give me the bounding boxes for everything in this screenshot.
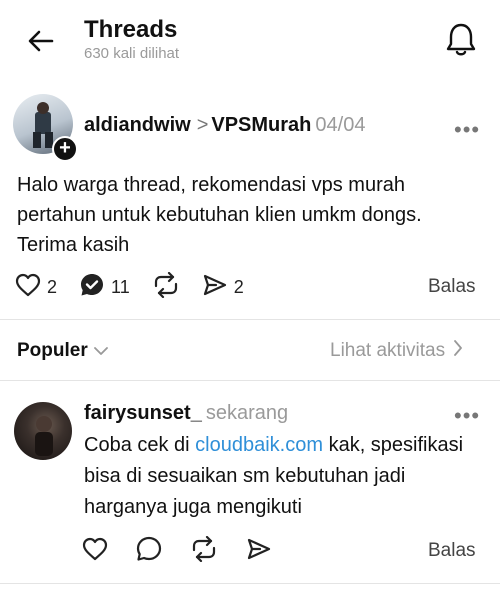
- reply-more-options-icon[interactable]: •••: [454, 403, 480, 429]
- reply-text-start: Coba cek di: [84, 434, 196, 456]
- view-activity-label: Lihat aktivitas: [330, 340, 446, 361]
- reply-author-line: fairysunset_ sekarang: [84, 402, 288, 425]
- share-button[interactable]: 2: [202, 273, 244, 302]
- chevron-right-icon: [453, 340, 463, 362]
- like-count: 2: [47, 276, 58, 297]
- comment-count: 11: [111, 276, 130, 297]
- view-count: 630 kali dilihat: [84, 45, 180, 62]
- reply-to-comment-button[interactable]: Balas: [428, 540, 476, 562]
- post-action-row: 2 11 2: [15, 271, 266, 303]
- heart-icon: [15, 273, 41, 302]
- reply-repost-button[interactable]: [190, 535, 218, 567]
- reply-like-button[interactable]: [82, 537, 108, 566]
- view-activity-link[interactable]: Lihat aktivitas: [330, 340, 463, 362]
- back-arrow-icon[interactable]: [26, 26, 56, 56]
- repost-icon: [190, 535, 218, 567]
- divider: [0, 583, 500, 584]
- page-title: Threads: [84, 16, 178, 43]
- reply-button[interactable]: Balas: [428, 276, 476, 298]
- reply-to-name[interactable]: VPSMurah: [211, 114, 311, 136]
- comment-button[interactable]: 11: [79, 272, 130, 303]
- bell-icon[interactable]: [445, 22, 477, 58]
- like-button[interactable]: 2: [15, 273, 57, 302]
- divider: [0, 319, 500, 320]
- reply-timestamp: sekarang: [205, 402, 289, 424]
- heart-icon: [82, 537, 108, 566]
- post-more-options-icon[interactable]: •••: [454, 117, 480, 143]
- send-icon: [246, 537, 272, 566]
- post-text: Halo warga thread, rekomendasi vps murah…: [17, 174, 422, 256]
- send-icon: [202, 273, 228, 302]
- reply-author-name[interactable]: fairysunset_: [84, 402, 202, 424]
- post-author-name[interactable]: aldiandwiw: [84, 114, 191, 136]
- reply-link[interactable]: cloudbaik.com: [195, 434, 323, 456]
- comment-check-icon: [79, 272, 105, 303]
- reply-author-avatar[interactable]: [14, 402, 72, 460]
- chevron-down-icon: [93, 340, 108, 362]
- repost-icon: [152, 271, 180, 303]
- share-count: 2: [233, 276, 244, 297]
- reply-share-button[interactable]: [246, 537, 272, 566]
- divider: [0, 380, 500, 381]
- post-author-line: aldiandwiw > VPSMurah 04/04: [84, 114, 365, 137]
- follow-plus-button[interactable]: +: [52, 136, 78, 162]
- repost-button[interactable]: [152, 271, 180, 303]
- reply-separator: >: [196, 114, 209, 136]
- reply-comment-button[interactable]: [136, 536, 162, 567]
- comment-icon: [136, 536, 162, 567]
- sort-label: Populer: [17, 340, 88, 361]
- thread-position: 04/04: [315, 114, 366, 136]
- sort-dropdown[interactable]: Populer: [17, 340, 108, 362]
- reply-action-row: [82, 535, 300, 567]
- reply-text: Coba cek di cloudbaik.com kak, spesifika…: [84, 430, 489, 523]
